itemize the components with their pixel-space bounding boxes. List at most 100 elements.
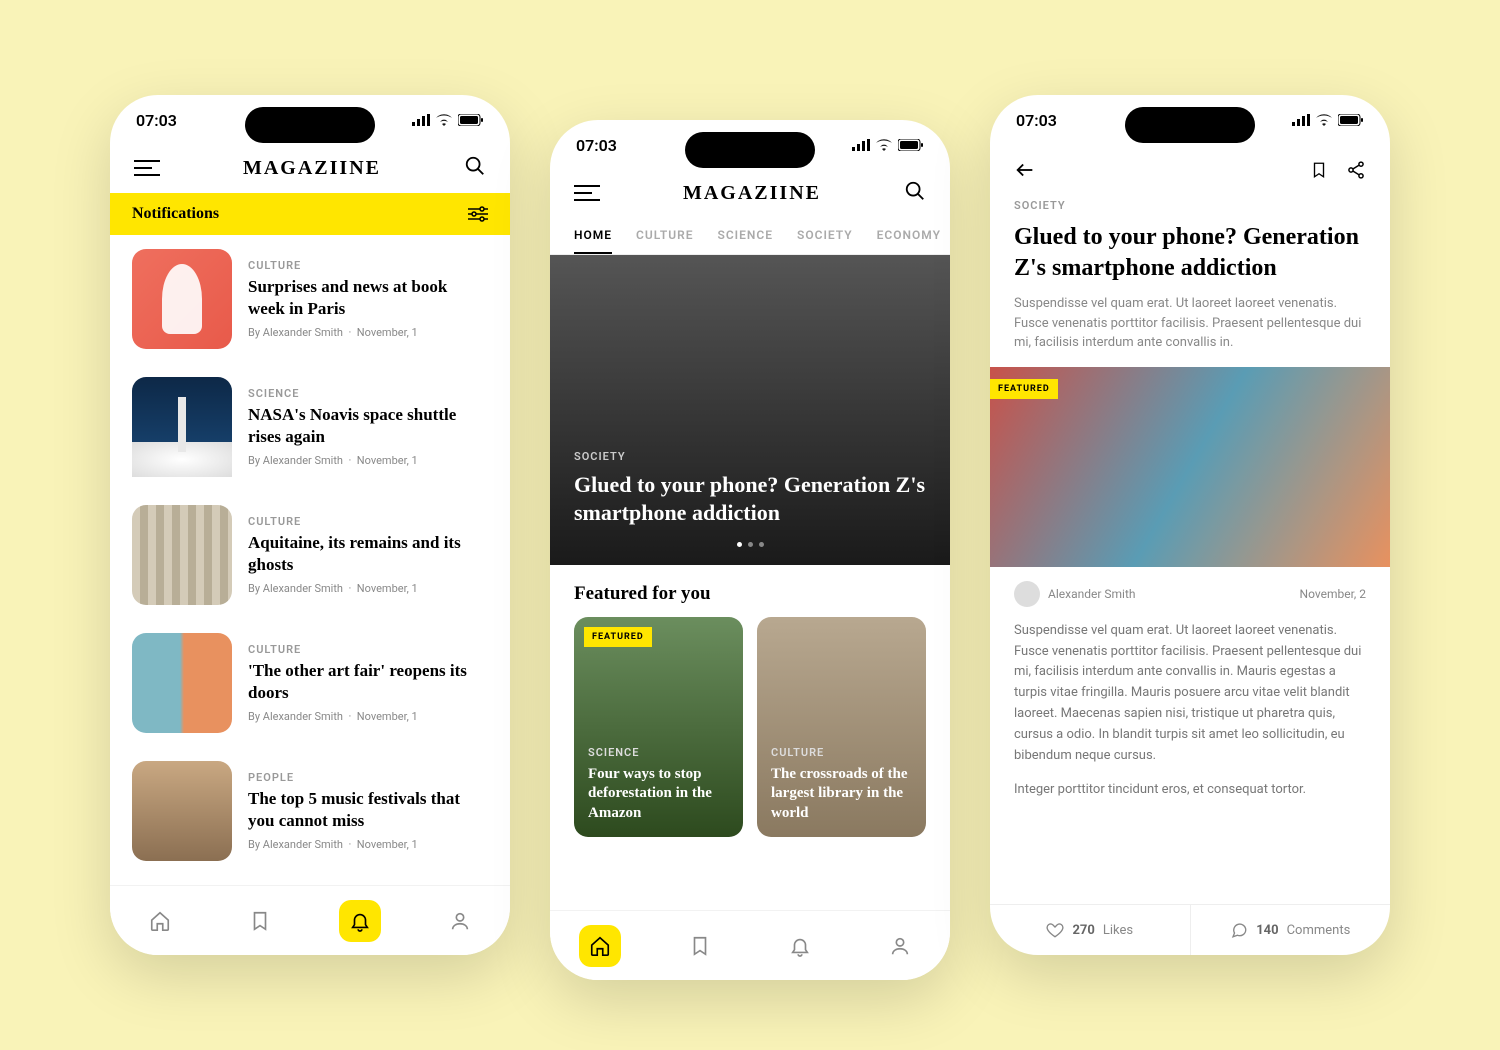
category-label: CULTURE: [248, 515, 488, 528]
nav-bookmarks[interactable]: [679, 925, 721, 967]
card-title: The crossroads of the largest library in…: [771, 765, 912, 824]
featured-card[interactable]: CULTURE The crossroads of the largest li…: [757, 617, 926, 837]
notification-thumbnail: [132, 377, 232, 477]
nav-notifications[interactable]: [339, 900, 381, 942]
notifications-header: Notifications: [110, 193, 510, 235]
comments-label: Comments: [1287, 923, 1351, 938]
comments-button[interactable]: 140 Comments: [1191, 905, 1391, 955]
likes-label: Likes: [1103, 923, 1133, 938]
article-action-bar: 270 Likes 140 Comments: [990, 904, 1390, 955]
brand-logo[interactable]: MAGAZIINE: [683, 182, 821, 205]
notification-title: Aquitaine, its remains and its ghosts: [248, 532, 488, 576]
status-icons: [1292, 114, 1364, 126]
nav-profile[interactable]: [439, 900, 481, 942]
category-label: CULTURE: [771, 746, 912, 759]
notification-item[interactable]: CULTURE 'The other art fair' reopens its…: [110, 619, 510, 747]
byline: By Alexander Smith · November, 1: [248, 326, 488, 339]
article-category: SOCIETY: [990, 195, 1390, 212]
filter-icon[interactable]: [468, 206, 488, 222]
tab-society[interactable]: SOCIETY: [797, 218, 853, 254]
notification-title: 'The other art fair' reopens its doors: [248, 660, 488, 704]
search-icon[interactable]: [464, 155, 486, 181]
hero-card[interactable]: SOCIETY Glued to your phone? Generation …: [550, 255, 950, 565]
brand-logo[interactable]: MAGAZIINE: [243, 157, 381, 180]
author-name[interactable]: Alexander Smith: [1048, 587, 1136, 601]
menu-icon[interactable]: [134, 160, 160, 176]
hero-title: Glued to your phone? Generation Z's smar…: [574, 471, 926, 528]
status-icons: [412, 114, 484, 126]
signal-icon: [852, 139, 870, 151]
nav-notifications[interactable]: [779, 925, 821, 967]
carousel-dots[interactable]: [574, 542, 926, 547]
signal-icon: [1292, 114, 1310, 126]
category-label: SCIENCE: [248, 387, 488, 400]
notification-title: Surprises and news at book week in Paris: [248, 276, 488, 320]
author-avatar[interactable]: [1014, 581, 1040, 607]
section-heading: Featured for you: [550, 565, 950, 617]
article-paragraph: Suspendisse vel quam erat. Ut laoreet la…: [990, 621, 1390, 781]
top-bar: MAGAZIINE: [110, 145, 510, 193]
top-bar: MAGAZIINE: [550, 170, 950, 218]
notification-title: NASA's Noavis space shuttle rises again: [248, 404, 488, 448]
home-body: SOCIETY Glued to your phone? Generation …: [550, 255, 950, 910]
notification-item[interactable]: CULTURE Surprises and news at book week …: [110, 235, 510, 363]
bookmark-icon[interactable]: [1310, 159, 1328, 181]
heart-icon: [1046, 921, 1064, 939]
wifi-icon: [876, 139, 892, 151]
category-label: SCIENCE: [588, 746, 729, 759]
search-icon[interactable]: [904, 180, 926, 206]
notification-thumbnail: [132, 633, 232, 733]
status-time: 07:03: [1016, 111, 1057, 130]
category-label: CULTURE: [248, 643, 488, 656]
article-title: Glued to your phone? Generation Z's smar…: [990, 216, 1390, 294]
status-icons: [852, 139, 924, 151]
phone-notifications: 07:03 MAGAZIINE Notifications CULTURE Su…: [110, 95, 510, 955]
nav-profile[interactable]: [879, 925, 921, 967]
article-body: SOCIETY Glued to your phone? Generation …: [990, 195, 1390, 904]
comments-count: 140: [1256, 923, 1278, 938]
bottom-nav: [550, 910, 950, 980]
menu-icon[interactable]: [574, 185, 600, 201]
tab-culture[interactable]: CULTURE: [636, 218, 693, 254]
battery-icon: [898, 139, 924, 151]
notch: [1125, 107, 1255, 143]
hero-category: SOCIETY: [574, 450, 926, 463]
back-icon[interactable]: [1014, 159, 1036, 181]
battery-icon: [1338, 114, 1364, 126]
status-time: 07:03: [136, 111, 177, 130]
tab-economy[interactable]: ECONOMY: [877, 218, 941, 254]
wifi-icon: [436, 114, 452, 126]
phone-home: 07:03 MAGAZIINE HOME CULTURE SCIENCE SOC…: [550, 120, 950, 980]
byline: By Alexander Smith · November, 1: [248, 582, 488, 595]
article-date: November, 2: [1300, 587, 1366, 601]
nav-home[interactable]: [139, 900, 181, 942]
share-icon[interactable]: [1346, 159, 1366, 181]
notification-item[interactable]: CULTURE Aquitaine, its remains and its g…: [110, 491, 510, 619]
byline: By Alexander Smith · November, 1: [248, 838, 488, 851]
status-time: 07:03: [576, 136, 617, 155]
notification-item[interactable]: SCIENCE NASA's Noavis space shuttle rise…: [110, 363, 510, 491]
likes-count: 270: [1072, 923, 1094, 938]
article-paragraph: Integer porttitor tincidunt eros, et con…: [990, 780, 1390, 815]
likes-button[interactable]: 270 Likes: [990, 905, 1191, 955]
comment-icon: [1230, 921, 1248, 939]
nav-bookmarks[interactable]: [239, 900, 281, 942]
notification-item[interactable]: PEOPLE The top 5 music festivals that yo…: [110, 747, 510, 875]
featured-row: FEATURED SCIENCE Four ways to stop defor…: [550, 617, 950, 837]
bottom-nav: [110, 885, 510, 955]
article-image: FEATURED: [990, 367, 1390, 567]
signal-icon: [412, 114, 430, 126]
featured-card[interactable]: FEATURED SCIENCE Four ways to stop defor…: [574, 617, 743, 837]
tab-home[interactable]: HOME: [574, 218, 612, 254]
tab-science[interactable]: SCIENCE: [718, 218, 774, 254]
article-lead: Suspendisse vel quam erat. Ut laoreet la…: [990, 294, 1390, 367]
notification-thumbnail: [132, 761, 232, 861]
notifications-body: CULTURE Surprises and news at book week …: [110, 235, 510, 885]
featured-badge: FEATURED: [990, 379, 1058, 399]
notification-title: The top 5 music festivals that you canno…: [248, 788, 488, 832]
article-meta: Alexander Smith November, 2: [990, 567, 1390, 621]
notification-thumbnail: [132, 249, 232, 349]
nav-home[interactable]: [579, 925, 621, 967]
battery-icon: [458, 114, 484, 126]
article-top-bar: [990, 145, 1390, 195]
